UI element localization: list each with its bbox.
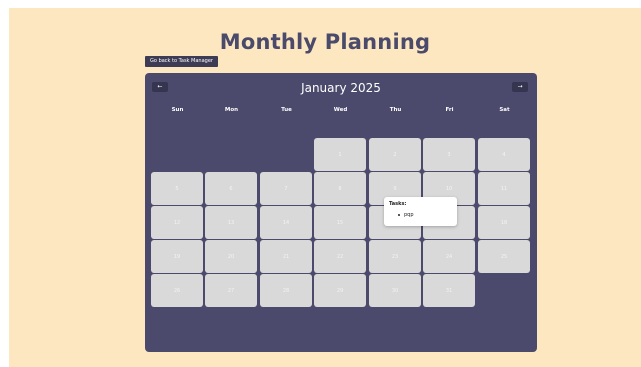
back-to-task-manager-button[interactable]: Go back to Task Manager	[145, 56, 218, 67]
calendar-day-cell[interactable]: 23	[369, 240, 421, 273]
calendar-day-cell[interactable]: 4	[478, 138, 530, 171]
weekday-label: Sun	[171, 107, 184, 113]
calendar-day-cell[interactable]: 1	[314, 138, 366, 171]
calendar-day-cell[interactable]: 27	[205, 274, 257, 307]
tasks-tooltip: Tasks: pqp	[384, 197, 457, 226]
calendar-day-cell[interactable]: 22	[314, 240, 366, 273]
month-label: January 2025	[301, 81, 381, 95]
weekday-label: Tue	[281, 107, 292, 113]
calendar-day-cell[interactable]: 24	[423, 240, 475, 273]
calendar-day-cell[interactable]: 7	[260, 172, 312, 205]
tooltip-title: Tasks:	[389, 201, 407, 207]
weekday-label: Mon	[224, 107, 239, 113]
task-label: pqp	[404, 212, 414, 218]
task-list-item: pqp	[398, 212, 452, 218]
calendar-day-cell[interactable]: 19	[151, 240, 203, 273]
calendar-day-cell[interactable]: 31	[423, 274, 475, 307]
calendar-day-cell[interactable]: 26	[151, 274, 203, 307]
calendar-day-cell[interactable]: 21	[260, 240, 312, 273]
weekday-label: Wed	[333, 107, 348, 113]
calendar-day-cell[interactable]: 15	[314, 206, 366, 239]
calendar-day-cell[interactable]: 8	[314, 172, 366, 205]
calendar-day-cell[interactable]: 30	[369, 274, 421, 307]
calendar-day-cell[interactable]: 5	[151, 172, 203, 205]
weekday-label: Sat	[499, 107, 510, 113]
calendar-day-cell[interactable]: 3	[423, 138, 475, 171]
calendar-day-cell[interactable]: 11	[478, 172, 530, 205]
bullet-icon	[398, 214, 400, 216]
page-title: Monthly Planning	[219, 30, 431, 54]
calendar-day-cell[interactable]: 18	[478, 206, 530, 239]
calendar-day-cell[interactable]: 14	[260, 206, 312, 239]
calendar-day-cell[interactable]: 25	[478, 240, 530, 273]
calendar: ← January 2025 → Sun Mon Tue Wed Thu Fri Sat 1…	[145, 73, 537, 352]
calendar-day-cell[interactable]: 2	[369, 138, 421, 171]
calendar-day-cell[interactable]: 13	[205, 206, 257, 239]
next-month-button[interactable]: →	[512, 82, 528, 92]
weekday-label: Thu	[389, 107, 402, 113]
arrow-right-icon: →	[517, 83, 523, 90]
calendar-day-cell[interactable]: 20	[205, 240, 257, 273]
calendar-day-cell[interactable]: 28	[260, 274, 312, 307]
weekday-label: Fri	[445, 107, 454, 113]
calendar-day-cell[interactable]: 6	[205, 172, 257, 205]
calendar-day-cell[interactable]: 12	[151, 206, 203, 239]
calendar-day-cell[interactable]: 29	[314, 274, 366, 307]
